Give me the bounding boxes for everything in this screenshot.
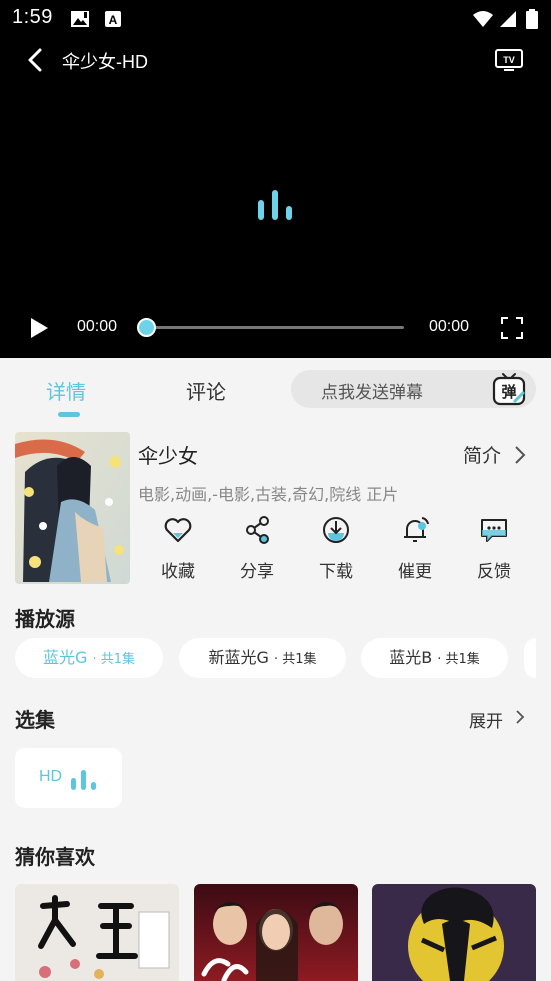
seek-bar[interactable]	[146, 326, 404, 329]
favorite-button[interactable]: 收藏	[138, 515, 218, 582]
tab-indicator	[58, 412, 80, 417]
sources-title: 播放源	[15, 607, 75, 631]
danmu-tv-icon[interactable]: 弹	[491, 371, 527, 407]
recommend-thumbnail	[15, 884, 179, 981]
battery-icon	[526, 9, 538, 29]
current-time: 00:00	[77, 318, 118, 335]
recommend-title: 猜你喜欢	[15, 845, 95, 869]
chevron-right-icon[interactable]	[514, 445, 526, 465]
video-name: 伞少女	[138, 444, 198, 468]
share-button[interactable]: 分享	[217, 515, 297, 582]
action-label: 催更	[398, 562, 432, 582]
poster-artwork	[15, 432, 130, 584]
source-name: 新蓝光G	[208, 648, 269, 667]
download-icon	[323, 517, 349, 543]
source-chip[interactable]: 蓝光G · 共1集	[15, 638, 163, 678]
recommend-item[interactable]	[194, 884, 358, 981]
source-name: 蓝光B	[389, 648, 433, 667]
video-tags: 电影,动画,-电影,古装,奇幻,院线 正片	[138, 485, 399, 504]
recommend-item[interactable]	[15, 884, 179, 981]
episode-card[interactable]: HD	[15, 748, 122, 808]
cast-tv-icon[interactable]: TV	[494, 46, 524, 72]
recommend-thumbnail	[194, 884, 358, 981]
action-label: 反馈	[477, 562, 511, 582]
wifi-icon	[473, 11, 493, 27]
action-label: 下载	[319, 562, 353, 582]
svg-text:TV: TV	[503, 55, 515, 65]
episode-label: HD	[39, 768, 63, 785]
action-label: 分享	[240, 562, 274, 582]
source-chip[interactable]: 新蓝光G · 共1集	[179, 638, 346, 678]
video-player[interactable]: 1:59 A 伞少女-HD TV 00:00 00:00	[0, 0, 551, 358]
source-chip[interactable]: 蓝光B · 共1集	[361, 638, 508, 678]
bell-icon	[404, 517, 429, 542]
loading-bars-icon	[258, 190, 292, 220]
playing-bars-icon	[71, 770, 96, 790]
action-label: 收藏	[161, 562, 195, 582]
signal-icon	[500, 11, 516, 27]
video-title: 伞少女-HD	[62, 52, 148, 72]
back-icon[interactable]	[22, 44, 52, 76]
seek-thumb[interactable]	[137, 318, 156, 337]
action-row: 收藏 分享 下载 催更 反馈	[138, 515, 538, 585]
play-icon[interactable]	[28, 316, 50, 340]
recommend-item[interactable]	[372, 884, 536, 981]
heart-icon	[164, 518, 192, 543]
danmu-icon-label: 弹	[501, 383, 516, 401]
fullscreen-icon[interactable]	[500, 316, 524, 340]
episodes-title: 选集	[15, 708, 55, 732]
status-bar: 1:59 A	[0, 0, 551, 38]
app-notification-icon: A	[105, 11, 121, 27]
tab-details[interactable]: 详情	[46, 376, 86, 405]
feedback-icon	[481, 519, 507, 542]
tab-bar: 详情 评论 点我发送弹幕 弹	[0, 358, 551, 424]
expand-link[interactable]: 展开	[469, 707, 503, 732]
danmu-input[interactable]: 点我发送弹幕 弹	[291, 370, 536, 408]
share-icon	[246, 516, 269, 544]
poster-image[interactable]	[15, 432, 130, 584]
image-notification-icon	[71, 11, 89, 27]
source-chip-partial[interactable]	[524, 638, 536, 678]
remind-update-button[interactable]: 催更	[375, 515, 455, 582]
recommend-thumbnail	[372, 884, 536, 981]
download-button[interactable]: 下载	[296, 515, 376, 582]
feedback-button[interactable]: 反馈	[454, 515, 534, 582]
source-count: · 共1集	[273, 652, 317, 667]
source-name: 蓝光G	[42, 648, 88, 667]
tab-comments[interactable]: 评论	[186, 376, 226, 405]
danmu-placeholder: 点我发送弹幕	[321, 383, 423, 403]
status-time: 1:59	[12, 6, 53, 28]
source-count: · 共1集	[437, 652, 480, 667]
source-count: · 共1集	[92, 652, 136, 667]
total-time: 00:00	[429, 318, 470, 335]
intro-link[interactable]: 简介	[463, 441, 501, 468]
chevron-right-icon[interactable]	[515, 709, 525, 725]
svg-text:A: A	[109, 13, 118, 27]
